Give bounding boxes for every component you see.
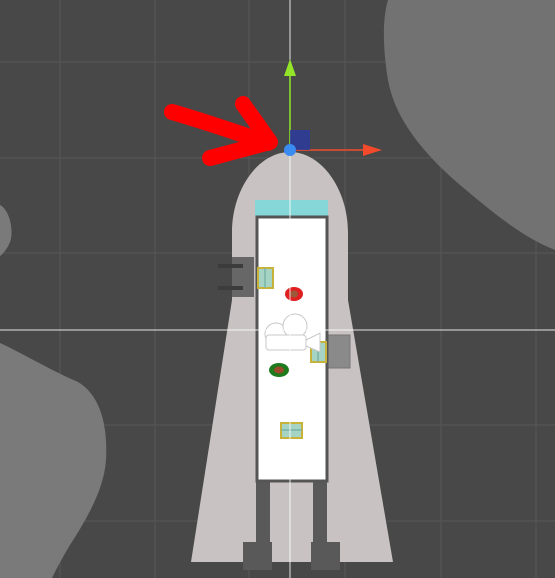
scene-viewport[interactable] xyxy=(0,0,555,578)
move-tool-gizmo[interactable] xyxy=(284,59,382,156)
annotation-arrow xyxy=(164,96,278,166)
background-cloud-left xyxy=(0,343,107,578)
background-cloud-left-small xyxy=(0,205,12,256)
x-axis-handle[interactable] xyxy=(363,144,382,156)
rocket-fin-left[interactable] xyxy=(218,257,254,297)
crate-icon[interactable] xyxy=(280,422,303,439)
green-gem-icon[interactable] xyxy=(269,363,289,377)
pivot-handle[interactable] xyxy=(284,144,296,156)
rocket-window-cap xyxy=(255,200,328,216)
scene-canvas[interactable] xyxy=(0,0,555,578)
crate-icon[interactable] xyxy=(257,267,274,289)
red-gem-icon[interactable] xyxy=(285,287,303,301)
rocket-fin-right[interactable] xyxy=(327,334,351,369)
background-cloud-right xyxy=(383,0,555,250)
